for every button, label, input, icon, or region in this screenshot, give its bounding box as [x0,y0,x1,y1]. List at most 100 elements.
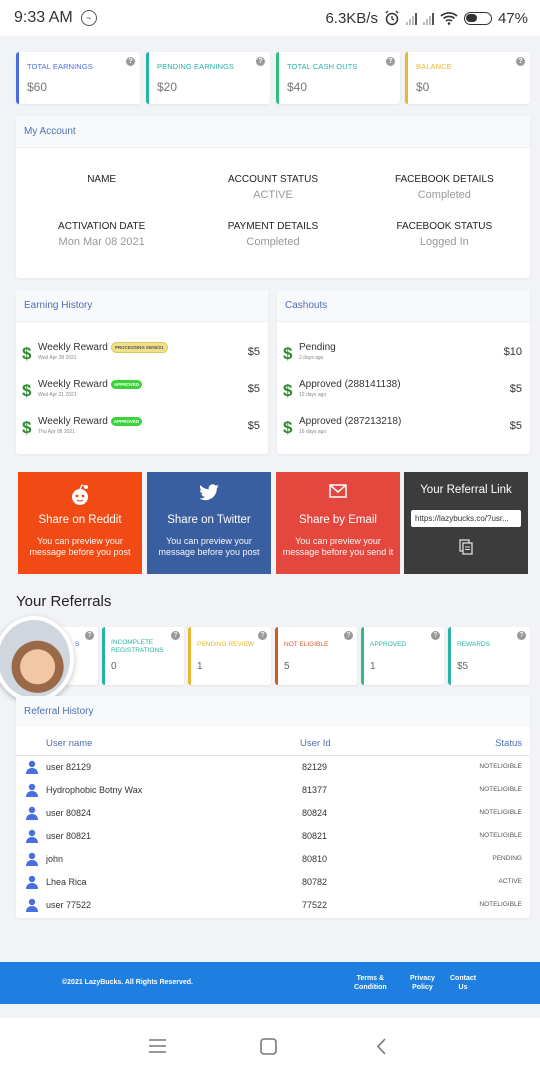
stat-pending-earnings: PENDING EARNINGS $20 ? [146,52,270,104]
earning-amount: $5 [247,383,260,395]
cashout-amount: $5 [509,420,522,432]
network-speed: 6.3KB/s [325,9,378,27]
help-icon[interactable]: ? [516,57,525,66]
share-desc: You can preview your message before you … [29,536,131,557]
share-reddit-button[interactable]: Share on Reddit You can preview your mes… [18,472,142,574]
dollar-icon: $ [283,418,293,437]
referral-history-card: Referral History User name User Id Statu… [16,696,530,918]
stat-label: TOTAL CASH OUTS [287,62,358,71]
field-key: NAME [87,174,117,185]
share-title: Share on Reddit [38,514,122,526]
stat-label: TOTAL EARNINGS [27,62,93,71]
stat-label: BALANCE [416,62,452,71]
help-icon[interactable]: ? [517,631,526,640]
ref-stat-approved: APPROVED 1 ? [361,627,444,685]
help-icon[interactable]: ? [258,631,267,640]
field-key: PAYMENT DETAILS [227,221,319,232]
cashout-date: 12 days ago [299,392,327,398]
stat-total-cashouts: TOTAL CASH OUTS $40 ? [276,52,400,104]
stat-label: APPROVED [370,641,407,648]
ref-stat-rewards: REWARDS $5 ? [448,627,530,685]
home-icon[interactable] [260,1038,277,1055]
stat-value: 1 [197,661,203,672]
chat-head-avatar[interactable] [0,616,74,702]
cashout-amount: $5 [509,383,522,395]
field-value: ACTIVE [253,189,293,201]
user-icon [26,760,38,774]
field-key: FACEBOOK STATUS [396,221,493,232]
row-status: PENDING [492,855,522,862]
earning-item: $ Weekly Reward APPROVED Thu Apr 08 2021 … [16,414,268,444]
back-icon[interactable] [376,1038,386,1055]
earning-history-card: Earning History $ Weekly Reward PROCESSIN… [16,290,268,454]
stat-label: REWARDS [457,641,490,648]
status-badge: PROCESSING 05/05/21 [110,342,168,353]
help-icon[interactable]: ? [256,57,265,66]
earning-date: Wed Apr 21 2021 [38,392,77,398]
row-user-name: Hydrophobic Botny Wax [46,785,143,795]
help-icon[interactable]: ? [171,631,180,640]
help-icon[interactable]: ? [344,631,353,640]
account-field-facebook-details: FACEBOOK DETAILS Completed [359,174,530,201]
stat-value: 0 [111,661,117,672]
share-title: Share on Twitter [167,514,251,526]
battery-percent: 47% [497,9,528,27]
menu-icon[interactable] [149,1039,166,1053]
stat-value: $60 [27,80,48,94]
field-value: Logged In [419,236,469,248]
user-icon [26,898,38,912]
referral-link-input[interactable]: https://lazybucks.co/?usr... [411,510,521,527]
copyright: ©2021 LazyBucks. All Rights Reserved. [62,979,193,986]
help-icon[interactable]: ? [431,631,440,640]
my-account-title: My Account [16,116,530,148]
status-badge: APPROVED [110,379,143,389]
row-user-id: 82129 [302,762,328,772]
cashout-item: $ Pending 2 days ago $10 [277,340,530,370]
android-nav-bar [0,1018,540,1080]
account-field-activation-date: ACTIVATION DATE Mon Mar 08 2021 [16,221,187,248]
wifi-icon [440,12,458,25]
terms-link[interactable]: Terms & Condition [354,974,387,992]
table-row: user 80821 80821 NOTELIGIBLE [16,826,530,848]
stat-total-earnings: TOTAL EARNINGS $60 ? [16,52,140,104]
help-icon[interactable]: ? [85,631,94,640]
cashout-amount: $10 [503,346,522,358]
col-status[interactable]: Status [495,738,522,749]
field-value: Completed [246,236,300,248]
user-icon [26,829,38,843]
account-field-name: NAME [16,174,187,201]
cashout-title: Approved (287213218) [299,416,402,427]
privacy-link[interactable]: Privacy Policy [410,974,435,992]
stat-label: INCOMPLETE REGISTRATIONS [111,639,164,654]
row-user-name: user 77522 [46,900,92,910]
row-user-id: 81377 [302,785,328,795]
table-row: Hydrophobic Botny Wax 81377 NOTELIGIBLE [16,780,530,802]
field-key: ACCOUNT STATUS [227,174,318,185]
user-icon [26,852,38,866]
earning-item: $ Weekly Reward PROCESSING 05/05/21 Wed A… [16,340,268,370]
row-status: NOTELIGIBLE [479,832,522,839]
stat-label: NOT ELIGIBLE [284,641,329,648]
help-icon[interactable]: ? [126,57,135,66]
stat-value: 1 [370,661,376,672]
stat-value: $20 [157,80,178,94]
col-user-name[interactable]: User name [46,738,92,749]
col-user-id[interactable]: User Id [300,738,331,749]
account-field-facebook-status: FACEBOOK STATUS Logged In [359,221,530,248]
help-icon[interactable]: ? [386,57,395,66]
share-twitter-button[interactable]: Share on Twitter You can preview your me… [147,472,271,574]
row-status: NOTELIGIBLE [479,809,522,816]
copy-icon[interactable] [404,539,528,555]
earning-title: Weekly Reward PROCESSING 05/05/21 [38,342,168,353]
stat-label: PENDING EARNINGS [157,62,235,71]
row-user-id: 80821 [302,831,328,841]
account-grid: NAME ACCOUNT STATUS ACTIVE FACEBOOK DETAI… [16,174,530,248]
row-status: NOTELIGIBLE [479,786,522,793]
share-title: Share by Email [299,514,377,526]
row-user-id: 77522 [302,900,328,910]
contact-link[interactable]: Contact Us [450,974,476,992]
row-user-name: user 80824 [46,808,92,818]
row-user-id: 80782 [302,877,328,887]
twitter-icon [147,484,271,506]
share-email-button[interactable]: Share by Email You can preview your mess… [276,472,400,574]
